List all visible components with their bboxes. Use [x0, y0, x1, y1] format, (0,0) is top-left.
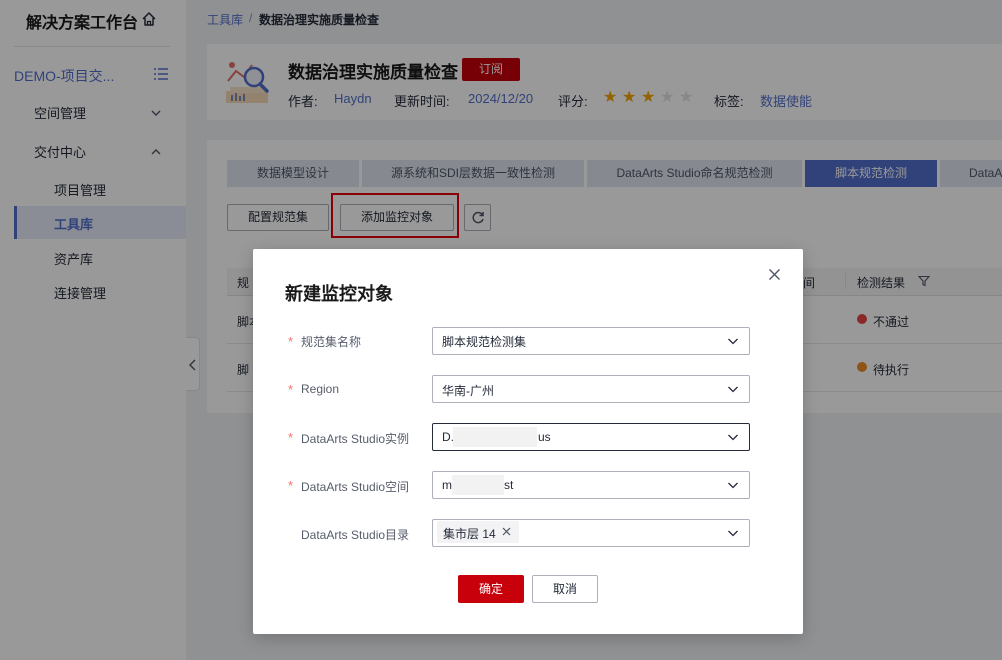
workspace-value-start: m — [442, 478, 452, 492]
required-mark: * — [288, 334, 294, 349]
required-mark: * — [288, 478, 294, 493]
field-label-workspace: DataArts Studio空间 — [301, 480, 410, 494]
field-label-rule-set-name: 规范集名称 — [301, 335, 362, 349]
instance-value-end: us — [538, 430, 551, 444]
redacted-mask — [452, 475, 504, 495]
field-label-region: Region — [301, 382, 340, 396]
rule-set-name-value: 脚本规范检测集 — [442, 335, 527, 349]
workspace-value-end: st — [504, 478, 514, 492]
chevron-down-icon — [728, 386, 738, 393]
cancel-button[interactable]: 取消 — [532, 575, 598, 603]
field-label-directory: DataArts Studio目录 — [301, 528, 410, 542]
dialog-title: 新建监控对象 — [285, 284, 393, 304]
field-label-instance: DataArts Studio实例 — [301, 432, 410, 446]
confirm-button[interactable]: 确定 — [458, 575, 524, 603]
close-icon[interactable] — [768, 268, 781, 281]
chevron-down-icon — [728, 530, 738, 537]
required-mark: * — [288, 382, 294, 397]
chevron-down-icon — [728, 482, 738, 489]
redacted-mask — [453, 427, 537, 447]
required-mark: * — [288, 430, 294, 445]
chevron-down-icon — [728, 434, 738, 441]
chevron-down-icon — [728, 338, 738, 345]
directory-tag-label: 集市层 14 — [443, 527, 496, 541]
close-icon[interactable] — [502, 527, 511, 536]
region-value: 华南-广州 — [442, 384, 494, 398]
